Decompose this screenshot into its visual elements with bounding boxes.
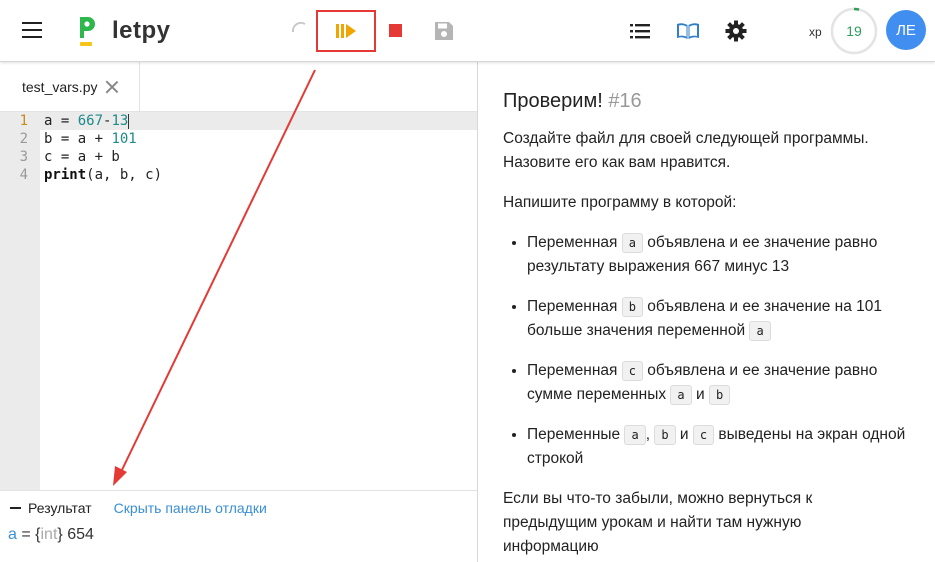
line-number: 4 [19, 167, 28, 183]
settings-button[interactable] [716, 11, 756, 51]
menu-icon[interactable] [22, 22, 44, 40]
list-icon [630, 24, 650, 39]
stop-button[interactable] [376, 11, 416, 51]
lesson-number: #16 [608, 90, 642, 112]
run-debug-button[interactable] [316, 10, 376, 52]
line-number-gutter: 1 2 3 4 [0, 112, 40, 490]
task-item: Переменная a объявлена и ее значение рав… [527, 231, 923, 279]
task-item: Переменная b объявлена и ее значение на … [527, 295, 923, 343]
editor-tab-bar: test_vars.py [0, 62, 477, 112]
code-chip: a [749, 321, 771, 341]
code-chip: b [654, 425, 676, 445]
code-chip: c [621, 361, 643, 381]
logo-text[interactable]: letpy [112, 17, 171, 45]
code-editor[interactable]: a = 667-13 b = a + 101 c = a + b print(a… [40, 112, 477, 490]
lessons-list-button[interactable] [620, 11, 660, 51]
letpy-logo-icon[interactable] [76, 14, 98, 48]
save-button[interactable] [424, 11, 464, 51]
lesson-title: Проверим! #16 [503, 90, 642, 112]
debug-variable-row: a = {int} 654 [8, 526, 94, 543]
code-chip: a [621, 233, 643, 253]
lesson-pane: Проверим! #16 Создайте файл для своей сл… [477, 62, 935, 562]
code-line[interactable]: print(a, b, c) [40, 166, 477, 184]
code-chip: a [624, 425, 646, 445]
run-icon [336, 24, 356, 38]
task-intro: Напишите программу в которой: [503, 194, 737, 211]
line-number: 1 [19, 113, 28, 129]
code-line[interactable]: b = a + 101 [40, 130, 477, 148]
code-line[interactable]: c = a + b [40, 148, 477, 166]
code-chip: a [670, 385, 692, 405]
collapse-icon[interactable] [10, 506, 21, 509]
line-number: 2 [19, 131, 28, 147]
file-tab-name: test_vars.py [22, 79, 98, 95]
task-list: Переменная a объявлена и ее значение рав… [503, 231, 923, 471]
code-chip: c [692, 425, 715, 445]
task-item: Переменная c объявлена и ее значение рав… [527, 359, 923, 407]
book-icon [677, 23, 699, 39]
code-chip: b [708, 385, 731, 405]
hide-debug-panel-link[interactable]: Скрыть панель отладки [114, 500, 267, 516]
result-label: Результат [28, 499, 92, 516]
lesson-outro: Если вы что-то забыли, можно вернуться к… [503, 490, 813, 555]
loading-spinner-icon [280, 11, 320, 51]
lesson-intro: Создайте файл для своей следующей програ… [503, 130, 869, 171]
code-chip: b [621, 297, 643, 317]
gear-icon [725, 20, 747, 42]
stop-icon [389, 24, 402, 37]
task-item: Переменные a, b и c выведены на экран од… [527, 423, 923, 471]
xp-label: xp [809, 25, 822, 39]
top-bar: letpy xp 19 ЛЕ [0, 0, 935, 62]
xp-value: 19 [846, 23, 862, 39]
code-line[interactable]: a = 667-13 [40, 112, 477, 130]
close-tab-icon[interactable] [105, 80, 119, 94]
text-cursor [128, 113, 130, 129]
avatar[interactable]: ЛЕ [886, 10, 926, 50]
editor-pane: test_vars.py 1 2 3 4 a = 667-13 b = a + … [0, 62, 477, 562]
line-number: 3 [19, 149, 28, 165]
book-button[interactable] [668, 11, 708, 51]
save-icon [435, 22, 453, 40]
debug-panel-header: Результат Скрыть панель отладки [0, 490, 477, 524]
file-tab[interactable]: test_vars.py [0, 62, 140, 112]
